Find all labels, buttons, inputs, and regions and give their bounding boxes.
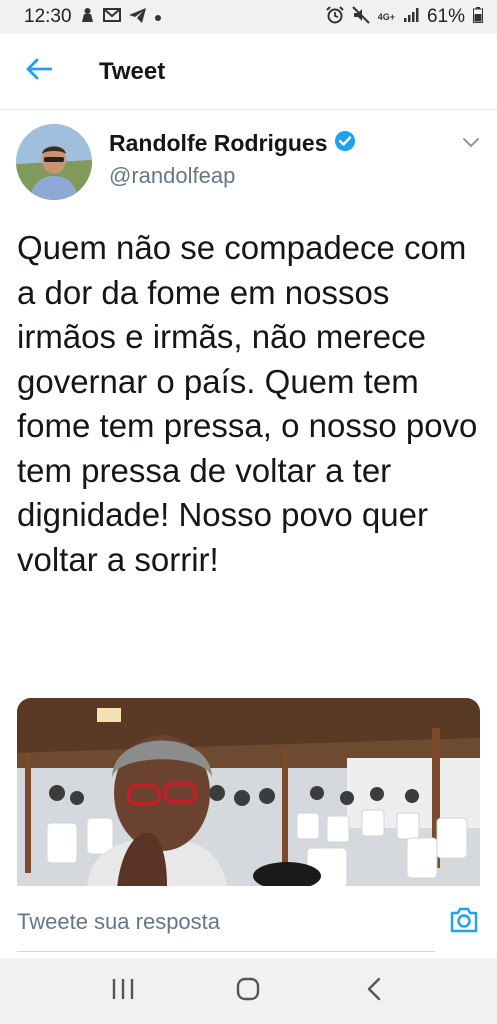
tweet-media-image[interactable] <box>17 698 480 888</box>
system-nav-bar <box>0 958 497 1024</box>
avatar[interactable] <box>16 124 92 200</box>
mute-icon <box>351 6 370 28</box>
home-icon <box>236 977 260 1006</box>
recent-apps-button[interactable] <box>93 961 153 1021</box>
back-button[interactable] <box>0 34 78 110</box>
alarm-icon <box>325 6 344 28</box>
home-button[interactable] <box>218 961 278 1021</box>
reply-bar: Tweete sua resposta <box>0 886 497 958</box>
notification-icon <box>80 7 95 27</box>
author-name-row: Randolfe Rodrigues <box>109 130 356 157</box>
back-icon <box>366 977 382 1006</box>
recent-apps-icon <box>111 978 135 1005</box>
app-header: Tweet <box>0 34 497 110</box>
network-label: 4G+ <box>377 12 395 22</box>
camera-icon <box>449 907 479 938</box>
status-right: 4G+ 61% <box>325 6 483 28</box>
tweet-text: Quem não se compadece com a dor da fome … <box>17 229 478 578</box>
signal-icon <box>403 7 419 27</box>
status-time: 12:30 <box>24 6 72 27</box>
tweet-author: Randolfe Rodrigues @randolfeap <box>16 124 486 208</box>
battery-level: 61% <box>426 6 465 27</box>
camera-button[interactable] <box>449 907 479 938</box>
battery-icon <box>473 7 483 27</box>
chevron-down-icon <box>462 136 480 153</box>
reply-input[interactable]: Tweete sua resposta <box>17 892 435 952</box>
system-back-button[interactable] <box>344 961 404 1021</box>
dot-icon <box>154 9 162 26</box>
page-title: Tweet <box>99 57 166 85</box>
author-handle[interactable]: @randolfeap <box>109 163 356 189</box>
status-bar: 12:30 4G+ 61% <box>0 0 497 34</box>
more-options-button[interactable] <box>462 136 480 154</box>
status-left: 12:30 <box>24 6 162 28</box>
author-info: Randolfe Rodrigues @randolfeap <box>109 124 356 189</box>
author-name[interactable]: Randolfe Rodrigues <box>109 130 328 157</box>
verified-badge-icon <box>334 130 356 157</box>
telegram-icon <box>128 7 146 27</box>
arrow-left-icon <box>26 58 53 85</box>
mail-icon <box>102 8 121 26</box>
